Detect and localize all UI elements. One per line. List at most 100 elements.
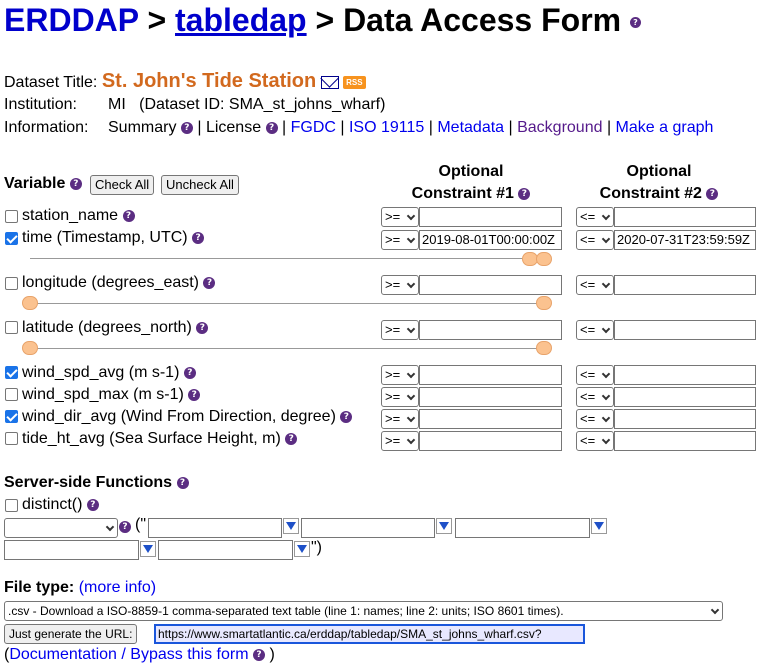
operator1-select[interactable]: >= xyxy=(381,431,419,451)
filetype-select[interactable]: .csv - Download a ISO-8859-1 comma-separ… xyxy=(4,601,723,621)
metadata-link[interactable]: Metadata xyxy=(437,119,504,136)
envelope-icon[interactable] xyxy=(320,76,339,90)
dropdown-arrow-icon[interactable] xyxy=(294,541,310,557)
make-graph-link[interactable]: Make a graph xyxy=(616,119,714,136)
question-icon[interactable]: ? xyxy=(253,648,265,661)
checkbox-wind-spd-max[interactable] xyxy=(5,388,18,401)
constraint2-input[interactable] xyxy=(614,387,756,407)
constraint1-input[interactable] xyxy=(419,275,562,295)
function-arg-input-3[interactable] xyxy=(455,518,590,538)
question-icon[interactable]: ? xyxy=(122,209,135,222)
question-icon[interactable]: ? xyxy=(86,498,99,511)
constraint1-input[interactable]: 2019-08-01T00:00:00Z xyxy=(419,230,562,250)
function-arg-input-1[interactable] xyxy=(148,518,282,538)
question-icon[interactable]: ? xyxy=(192,231,205,244)
operator1-select[interactable]: >= xyxy=(381,387,419,407)
latitude-range-slider[interactable] xyxy=(30,348,550,349)
constraint2-input[interactable] xyxy=(614,409,756,429)
checkbox-time[interactable] xyxy=(5,232,18,245)
constraint1-input[interactable] xyxy=(419,409,562,429)
iso-link[interactable]: ISO 19115 xyxy=(349,119,424,136)
question-icon[interactable]: ? xyxy=(265,121,278,134)
slider-handle-max[interactable] xyxy=(536,252,552,266)
constraint2-input[interactable] xyxy=(614,431,756,451)
institution-label: Institution: xyxy=(4,96,77,113)
question-icon[interactable]: ? xyxy=(203,276,216,289)
question-icon[interactable]: ? xyxy=(518,187,531,200)
function-arg-input-5[interactable] xyxy=(158,540,293,560)
function-arg-input-2[interactable] xyxy=(301,518,435,538)
constraint1-input[interactable] xyxy=(419,387,562,407)
dropdown-arrow-icon[interactable] xyxy=(591,518,607,534)
dataset-id: (Dataset ID: SMA_st_johns_wharf) xyxy=(139,96,386,113)
question-icon[interactable]: ? xyxy=(183,366,196,379)
erddap-link[interactable]: ERDDAP xyxy=(4,2,139,38)
operator1-select[interactable]: >= xyxy=(381,230,419,250)
fgdc-link[interactable]: FGDC xyxy=(291,119,336,136)
operator2-select[interactable]: <= xyxy=(576,431,614,451)
dataset-title-label: Dataset Title: xyxy=(4,74,98,91)
constraint1-input[interactable] xyxy=(419,431,562,451)
question-icon[interactable]: ? xyxy=(706,187,719,200)
uncheck-all-button[interactable]: Uncheck All xyxy=(161,175,239,195)
checkbox-wind-spd-avg[interactable] xyxy=(5,366,18,379)
question-icon[interactable]: ? xyxy=(180,121,193,134)
operator1-select[interactable]: >= xyxy=(381,320,419,340)
longitude-range-slider[interactable] xyxy=(30,303,550,304)
generate-url-button[interactable]: Just generate the URL: xyxy=(4,624,138,644)
slider-handle-max[interactable] xyxy=(536,296,552,310)
operator2-select[interactable]: <= xyxy=(576,387,614,407)
checkbox-station-name[interactable] xyxy=(5,210,18,223)
documentation-link[interactable]: Documentation / Bypass this form xyxy=(9,646,248,663)
dropdown-arrow-icon[interactable] xyxy=(283,518,299,534)
function-arg-input-4[interactable] xyxy=(4,540,139,560)
slider-handle-min[interactable] xyxy=(22,296,38,310)
slider-handle-min[interactable] xyxy=(22,341,38,355)
constraint1-input[interactable] xyxy=(419,365,562,385)
constraint2-input[interactable]: 2020-07-31T23:59:59Z xyxy=(614,230,756,250)
dropdown-arrow-icon[interactable] xyxy=(436,518,452,534)
dropdown-arrow-icon[interactable] xyxy=(140,541,156,557)
more-info-link[interactable]: (more info) xyxy=(79,579,156,596)
operator1-select[interactable]: >= xyxy=(381,275,419,295)
variable-row-wind-dir-avg: wind_dir_avg (Wind From Direction, degre… xyxy=(22,408,353,426)
background-link[interactable]: Background xyxy=(517,119,602,136)
operator1-select[interactable]: >= xyxy=(381,409,419,429)
operator2-select[interactable]: <= xyxy=(576,320,614,340)
constraint2-input[interactable] xyxy=(614,320,756,340)
constraint2-input[interactable] xyxy=(614,275,756,295)
question-icon[interactable]: ? xyxy=(188,388,201,401)
institution-value-row: MI (Dataset ID: SMA_st_johns_wharf) xyxy=(108,96,385,114)
constraint1-input[interactable] xyxy=(419,207,562,227)
constraint2-input[interactable] xyxy=(614,365,756,385)
function-select[interactable] xyxy=(4,518,118,538)
url-field[interactable]: https://www.smartatlantic.ca/erddap/tabl… xyxy=(154,624,585,644)
operator2-select[interactable]: <= xyxy=(576,207,614,227)
constraint1-input[interactable] xyxy=(419,320,562,340)
operator2-select[interactable]: <= xyxy=(576,230,614,250)
constraint2-input[interactable] xyxy=(614,207,756,227)
checkbox-tide-ht-avg[interactable] xyxy=(5,432,18,445)
tabledap-link[interactable]: tabledap xyxy=(175,2,307,38)
question-icon[interactable]: ? xyxy=(340,410,353,423)
checkbox-wind-dir-avg[interactable] xyxy=(5,410,18,423)
variable-row-latitude: latitude (degrees_north) ? xyxy=(22,319,209,337)
question-icon[interactable]: ? xyxy=(196,321,209,334)
question-icon[interactable]: ? xyxy=(285,432,298,445)
operator1-select[interactable]: >= xyxy=(381,207,419,227)
rss-icon[interactable]: RSS xyxy=(343,76,366,90)
checkbox-longitude[interactable] xyxy=(5,277,18,290)
operator1-select[interactable]: >= xyxy=(381,365,419,385)
check-all-button[interactable]: Check All xyxy=(90,175,155,195)
operator2-select[interactable]: <= xyxy=(576,365,614,385)
question-icon[interactable]: ? xyxy=(630,17,641,29)
time-range-slider[interactable] xyxy=(30,258,550,259)
checkbox-latitude[interactable] xyxy=(5,321,18,334)
question-icon[interactable]: ? xyxy=(119,521,131,533)
slider-handle-max[interactable] xyxy=(536,341,552,355)
checkbox-distinct[interactable] xyxy=(5,499,18,512)
question-icon[interactable]: ? xyxy=(176,476,189,489)
question-icon[interactable]: ? xyxy=(69,177,82,190)
operator2-select[interactable]: <= xyxy=(576,409,614,429)
operator2-select[interactable]: <= xyxy=(576,275,614,295)
